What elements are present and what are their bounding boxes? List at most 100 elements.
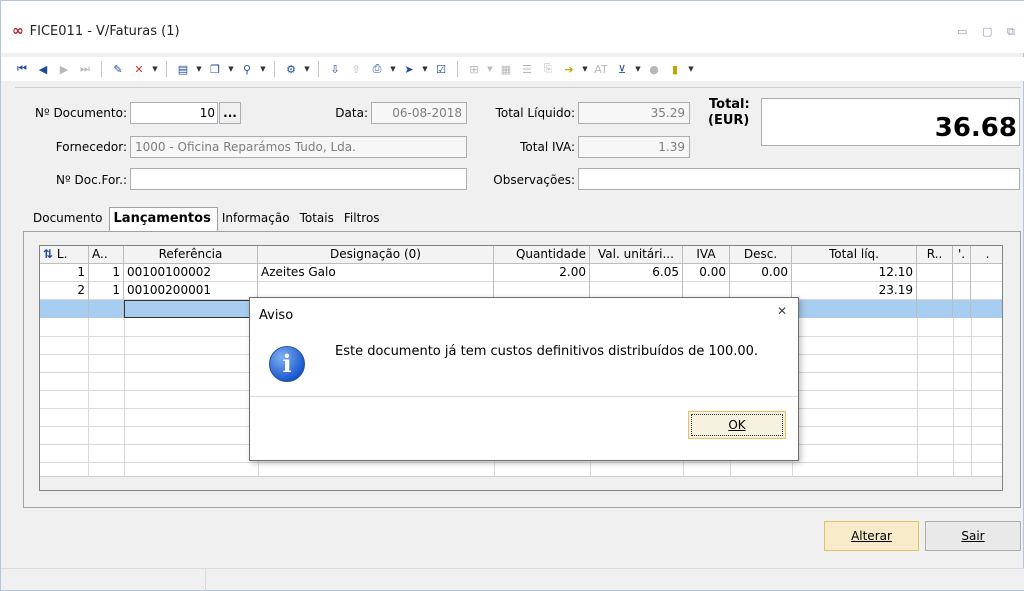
cell-a bbox=[89, 300, 124, 318]
layout-icon[interactable]: ⊞ bbox=[465, 60, 483, 78]
chevron-down-icon[interactable]: ▼ bbox=[227, 60, 235, 78]
export-icon[interactable]: ⇧ bbox=[347, 60, 365, 78]
edit-record-icon[interactable]: ✎ bbox=[109, 60, 127, 78]
cell-dot bbox=[971, 282, 1002, 300]
cell-a: 1 bbox=[89, 264, 124, 282]
filter-icon[interactable]: ⊻ bbox=[613, 60, 631, 78]
import-icon[interactable]: ⇩ bbox=[326, 60, 344, 78]
at-icon[interactable]: AT bbox=[592, 60, 610, 78]
column-header-a[interactable]: A.. bbox=[89, 246, 124, 264]
delete-record-icon[interactable]: ✕ bbox=[130, 60, 148, 78]
chevron-down-icon[interactable]: ▼ bbox=[421, 60, 429, 78]
tab-bar: Documento Lançamentos Informação Totais … bbox=[29, 207, 386, 233]
doc-fornecedor-field[interactable] bbox=[130, 168, 467, 190]
observacoes-field[interactable] bbox=[578, 168, 1020, 190]
attach-icon[interactable]: ⎘ bbox=[539, 60, 557, 78]
column-header-valor-unitario[interactable]: Val. unitári... bbox=[590, 246, 683, 264]
chevron-down-icon[interactable]: ▼ bbox=[581, 60, 589, 78]
exit-door-icon[interactable]: ▮ bbox=[666, 60, 684, 78]
sort-icon: ⇅ bbox=[43, 247, 54, 261]
total-iva-field: 1.39 bbox=[578, 136, 690, 158]
new-document-icon[interactable]: ▤ bbox=[174, 60, 192, 78]
total-liquido-label: Total Líquido: bbox=[495, 106, 575, 120]
chevron-down-icon[interactable]: ▼ bbox=[687, 60, 695, 78]
column-header-iva[interactable]: IVA bbox=[683, 246, 730, 264]
list-icon[interactable]: ☰ bbox=[518, 60, 536, 78]
column-header-desconto[interactable]: Desc. bbox=[730, 246, 792, 264]
cell-total-liquido: 23.19 bbox=[792, 282, 917, 300]
chevron-down-icon[interactable]: ▼ bbox=[634, 60, 642, 78]
column-header-quantidade[interactable]: Quantidade bbox=[494, 246, 590, 264]
next-record-icon[interactable]: ▶ bbox=[55, 60, 73, 78]
status-bar-divider bbox=[205, 569, 206, 591]
date-field[interactable]: 06-08-2018 bbox=[371, 102, 467, 124]
toolbar-separator bbox=[166, 61, 167, 77]
minimize-icon[interactable]: ▭ bbox=[957, 25, 967, 38]
cell-quote bbox=[953, 282, 971, 300]
dialog-message: Este documento já tem custos definitivos… bbox=[335, 344, 759, 359]
maximize-icon[interactable]: ▢ bbox=[982, 25, 992, 38]
observacoes-label: Observações: bbox=[493, 173, 575, 187]
cell-l: 2 bbox=[40, 282, 89, 300]
tab-informacao[interactable]: Informação bbox=[218, 207, 296, 233]
grid-horizontal-scrollbar[interactable] bbox=[40, 476, 1002, 490]
column-header-dot[interactable]: . bbox=[971, 246, 1002, 264]
copy-icon[interactable]: ❐ bbox=[206, 60, 224, 78]
grid-icon[interactable]: ▦ bbox=[497, 60, 515, 78]
tab-lancamentos[interactable]: Lançamentos bbox=[108, 207, 218, 233]
tab-documento[interactable]: Documento bbox=[29, 207, 109, 233]
search-icon[interactable]: ⚲ bbox=[238, 60, 256, 78]
cell-quote bbox=[953, 300, 971, 318]
tab-filtros[interactable]: Filtros bbox=[340, 207, 386, 233]
title-bar: ∞ FICE011 - V/Faturas (1) ▭ ▢ ⧉ bbox=[1, 1, 1024, 53]
chevron-down-icon[interactable]: ▼ bbox=[486, 60, 494, 78]
date-label: Data: bbox=[335, 106, 368, 120]
column-header-designacao[interactable]: Designação (0) bbox=[258, 246, 494, 264]
ok-button[interactable]: OK bbox=[688, 411, 786, 439]
cell-iva: 0.00 bbox=[683, 264, 730, 282]
column-header-total-liquido[interactable]: Total líq. bbox=[792, 246, 917, 264]
cell-referencia: 00100100002 bbox=[124, 264, 258, 282]
info-icon: i bbox=[269, 346, 305, 382]
previous-record-icon[interactable]: ◀ bbox=[34, 60, 52, 78]
doc-number-field[interactable]: 10 bbox=[130, 102, 218, 124]
tools-icon[interactable]: ⚙ bbox=[282, 60, 300, 78]
dialog-close-icon[interactable]: ✕ bbox=[777, 304, 787, 318]
chevron-down-icon[interactable]: ▼ bbox=[195, 60, 203, 78]
grid-header-row: ⇅ L. A.. Referência Designação (0) Quant… bbox=[40, 246, 1002, 264]
cell-valor-unitario: 6.05 bbox=[590, 264, 683, 282]
column-header-quote[interactable]: '. bbox=[953, 246, 971, 264]
cell-referencia-editor[interactable] bbox=[124, 300, 258, 318]
help-icon[interactable]: ● bbox=[645, 60, 663, 78]
close-window-icon[interactable]: ⧉ bbox=[1007, 25, 1015, 39]
table-row[interactable]: 1 1 00100100002 Azeites Galo 2.00 6.05 0… bbox=[40, 264, 1002, 282]
sair-button[interactable]: Sair bbox=[925, 521, 1021, 551]
fornecedor-field[interactable]: 1000 - Oficina Reparámos Tudo, Lda. bbox=[130, 136, 467, 158]
column-header-l[interactable]: ⇅ L. bbox=[40, 246, 89, 264]
chevron-down-icon[interactable]: ▼ bbox=[303, 60, 311, 78]
cell-total-liquido: 12.10 bbox=[792, 264, 917, 282]
total-amount: 36.68 bbox=[761, 98, 1020, 146]
total-iva-label: Total IVA: bbox=[520, 140, 575, 154]
tab-totais[interactable]: Totais bbox=[296, 207, 340, 233]
chevron-down-icon[interactable]: ▼ bbox=[151, 60, 159, 78]
send-icon[interactable]: ➤ bbox=[400, 60, 418, 78]
workflow-icon[interactable]: ➔ bbox=[560, 60, 578, 78]
column-header-r[interactable]: R.. bbox=[917, 246, 953, 264]
doc-number-browse-button[interactable]: ... bbox=[219, 102, 241, 124]
chevron-down-icon[interactable]: ▼ bbox=[259, 60, 267, 78]
toolbar: ⏮ ◀ ▶ ⏭ ✎ ✕ ▼ ▤ ▼ ❐ ▼ ⚲ ▼ ⚙ ▼ ⇩ ⇧ ⎙ ▼ ➤ … bbox=[1, 57, 1024, 81]
column-header-referencia[interactable]: Referência bbox=[124, 246, 258, 264]
total-label: Total: (EUR) bbox=[708, 97, 750, 128]
app-logo-icon: ∞ bbox=[12, 23, 24, 39]
warning-dialog: Aviso ✕ i Este documento já tem custos d… bbox=[249, 297, 799, 461]
window-title-text: FICE011 - V/Faturas (1) bbox=[29, 23, 180, 39]
chevron-down-icon[interactable]: ▼ bbox=[389, 60, 397, 78]
print-icon[interactable]: ⎙ bbox=[368, 60, 386, 78]
alterar-button[interactable]: Alterar bbox=[824, 521, 919, 551]
fornecedor-label: Fornecedor: bbox=[55, 140, 127, 154]
last-record-icon[interactable]: ⏭ bbox=[76, 60, 94, 78]
doc-fornecedor-label: Nº Doc.For.: bbox=[56, 173, 127, 187]
first-record-icon[interactable]: ⏮ bbox=[13, 60, 31, 78]
checklist-icon[interactable]: ☑ bbox=[432, 60, 450, 78]
